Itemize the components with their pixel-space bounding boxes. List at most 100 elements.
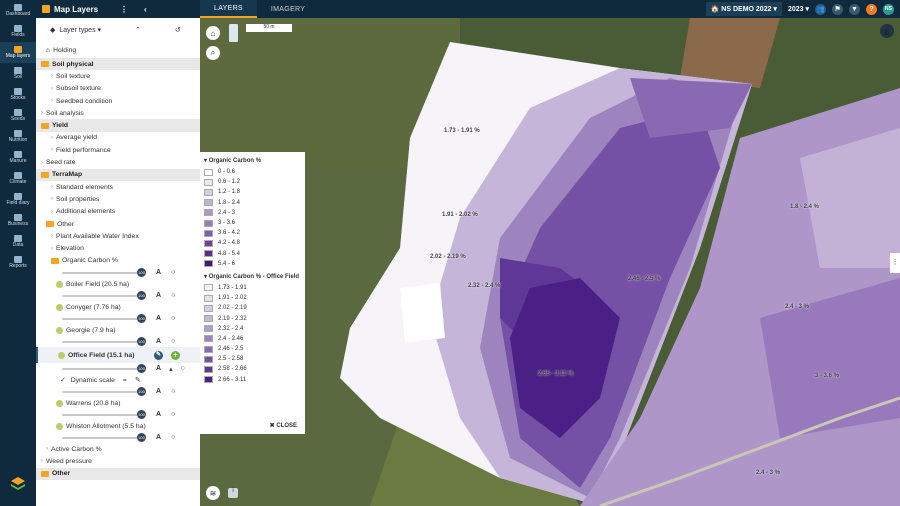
- rail-item[interactable]: Nutrition: [0, 126, 36, 147]
- tree-row[interactable]: › Seed rate: [36, 156, 200, 168]
- visibility-toggle[interactable]: ○: [171, 434, 175, 441]
- home-view-button[interactable]: ⌂: [206, 26, 220, 40]
- label-toggle-icon[interactable]: A: [156, 365, 161, 372]
- tab-layers[interactable]: LAYERS: [200, 0, 257, 18]
- map-canvas[interactable]: ⌂ ⌕ ◭ ≋ 50 m i ⋮ 1.73 - 1.91 % 1.91 - 2.…: [200, 18, 900, 506]
- opacity-slider[interactable]: 100: [62, 290, 146, 300]
- tree-row[interactable]: › Seedbed condition: [36, 95, 200, 107]
- tree-row[interactable]: › Field performance: [36, 144, 200, 156]
- users-icon[interactable]: 👥: [815, 3, 826, 15]
- tree-row[interactable]: Yield: [36, 119, 200, 132]
- slider-knob[interactable]: 100: [137, 409, 146, 419]
- tree-row[interactable]: › Soil texture: [36, 70, 200, 82]
- rail-item[interactable]: Soil: [0, 63, 36, 84]
- move-up-icon[interactable]: ▴: [169, 365, 173, 373]
- tree-row[interactable]: › Active Carbon %: [36, 443, 200, 455]
- rail-item[interactable]: Reports: [0, 252, 36, 273]
- visibility-toggle[interactable]: ○: [171, 315, 175, 322]
- rail-item[interactable]: Stocks: [0, 84, 36, 105]
- tree-row[interactable]: › Additional elements: [36, 206, 200, 218]
- slider-knob[interactable]: 100: [137, 432, 146, 442]
- tree-row[interactable]: › Average yield: [36, 132, 200, 144]
- field-layer-row[interactable]: Conyger (7.76 ha): [36, 301, 200, 313]
- collapse-icon[interactable]: ⌃: [135, 26, 141, 34]
- equals-icon[interactable]: =: [123, 377, 127, 384]
- label-toggle-icon[interactable]: A: [156, 388, 161, 395]
- opacity-slider[interactable]: 100: [62, 313, 146, 323]
- opacity-slider[interactable]: 100: [62, 267, 146, 277]
- label-toggle-icon[interactable]: A: [156, 338, 161, 345]
- rail-item[interactable]: Field diary: [0, 189, 36, 210]
- tree-row[interactable]: TerraMap: [36, 168, 200, 181]
- field-layer-row[interactable]: Office Field (15.1 ha) ✎ +: [36, 347, 200, 364]
- layers-toggle-button[interactable]: ≋: [206, 486, 220, 500]
- rail-item[interactable]: Fields: [0, 21, 36, 42]
- flag-icon[interactable]: ⚑: [832, 3, 843, 15]
- rail-item[interactable]: Seeds: [0, 105, 36, 126]
- avatar[interactable]: NS: [883, 3, 894, 15]
- visibility-toggle[interactable]: ○: [171, 388, 175, 395]
- holding-row[interactable]: ⌂ Holding: [36, 42, 200, 58]
- label-toggle-icon[interactable]: A: [156, 269, 161, 276]
- field-layer-row[interactable]: Georgie (7.9 ha): [36, 324, 200, 336]
- label-toggle-icon[interactable]: A: [156, 411, 161, 418]
- field-layer-row[interactable]: Whiston Allotment (5.5 ha): [36, 420, 200, 432]
- label-toggle-icon[interactable]: A: [156, 292, 161, 299]
- rail-item[interactable]: Data: [0, 231, 36, 252]
- tree-row[interactable]: › Standard elements: [36, 181, 200, 193]
- visibility-toggle[interactable]: ○: [171, 411, 175, 418]
- tree-row[interactable]: › Subsoil texture: [36, 83, 200, 95]
- rail-item[interactable]: Business: [0, 210, 36, 231]
- compass-icon[interactable]: ◭: [880, 24, 894, 38]
- opacity-slider[interactable]: 100: [62, 432, 146, 442]
- filter-icon[interactable]: ▼: [849, 3, 860, 15]
- tree-row[interactable]: Soil physical: [36, 58, 200, 71]
- reset-icon[interactable]: ↺: [175, 26, 181, 34]
- tree-row[interactable]: › Soil properties: [36, 193, 200, 205]
- tree-row[interactable]: Organic Carbon %: [36, 255, 200, 267]
- legend-title-1[interactable]: ▾ Organic Carbon %: [204, 157, 301, 164]
- slider-knob[interactable]: 100: [137, 267, 146, 277]
- year-selector[interactable]: 2023 ▾: [788, 5, 809, 13]
- rail-item[interactable]: Climate: [0, 168, 36, 189]
- add-icon[interactable]: +: [171, 350, 180, 360]
- edit-icon[interactable]: ✎: [154, 350, 163, 360]
- field-layer-row[interactable]: Warrens (20.8 ha): [36, 397, 200, 409]
- tree-row[interactable]: › Weed pressure: [36, 455, 200, 467]
- tab-imagery[interactable]: IMAGERY: [257, 0, 319, 18]
- rail-item[interactable]: Dashboard: [0, 0, 36, 21]
- dynamic-scale-row[interactable]: ✓ Dynamic scale = ✎: [36, 374, 200, 386]
- slider-knob[interactable]: 100: [137, 313, 146, 323]
- legend-title-2[interactable]: ▾ Organic Carbon % - Office Field: [204, 273, 301, 280]
- tree-row[interactable]: › Soil analysis: [36, 107, 200, 119]
- slider-knob[interactable]: 100: [137, 336, 146, 346]
- rail-item[interactable]: Map layers: [0, 42, 36, 63]
- field-layer-row[interactable]: Boiler Field (20.5 ha): [36, 278, 200, 290]
- zoom-control[interactable]: [229, 24, 238, 42]
- tree-row[interactable]: Other: [36, 467, 200, 480]
- collapse-panel-icon[interactable]: ‹: [144, 5, 147, 14]
- tree-row[interactable]: › Plant Available Water Index: [36, 230, 200, 242]
- search-map-button[interactable]: ⌕: [206, 46, 220, 60]
- slider-knob[interactable]: 100: [137, 363, 146, 373]
- tree-row[interactable]: › Elevation: [36, 242, 200, 254]
- opacity-slider[interactable]: 100: [62, 336, 146, 346]
- label-toggle-icon[interactable]: A: [156, 315, 161, 322]
- visibility-toggle[interactable]: ○: [171, 292, 175, 299]
- label-toggle-icon[interactable]: A: [156, 434, 161, 441]
- opacity-slider[interactable]: 100: [62, 386, 146, 396]
- layer-type-dropdown[interactable]: Layer types ▾: [59, 26, 101, 34]
- tree-row[interactable]: Other: [36, 218, 200, 230]
- visibility-toggle[interactable]: ○: [171, 338, 175, 345]
- slider-knob[interactable]: 100: [137, 386, 146, 396]
- farm-selector[interactable]: 🏠 NS DEMO 2022 ▾: [705, 2, 782, 16]
- opacity-slider[interactable]: 100: [62, 409, 146, 419]
- side-menu-handle[interactable]: ⋮: [890, 253, 900, 273]
- info-button[interactable]: i: [228, 488, 238, 498]
- legend-close-button[interactable]: ✖ CLOSE: [270, 422, 297, 429]
- slider-knob[interactable]: 100: [137, 290, 146, 300]
- more-menu-icon[interactable]: ⋮: [120, 5, 128, 14]
- checkmark-icon[interactable]: ✓: [60, 376, 66, 384]
- visibility-toggle[interactable]: ○: [181, 365, 185, 372]
- help-icon[interactable]: ?: [866, 3, 877, 15]
